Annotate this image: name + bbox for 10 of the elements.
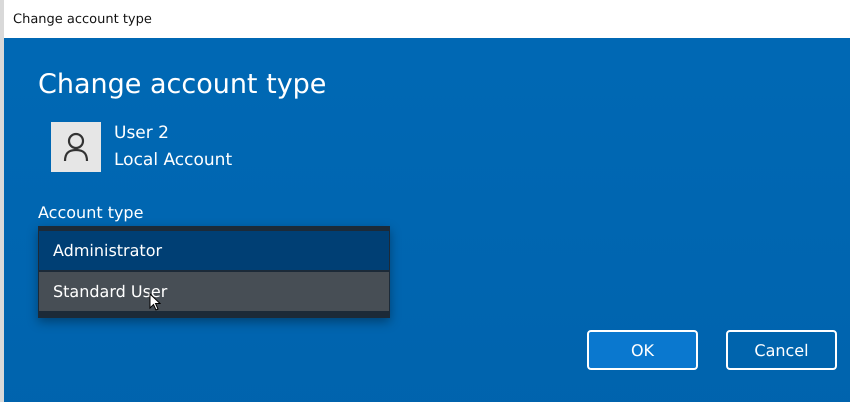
field-label: Account type — [38, 202, 144, 224]
cancel-button[interactable]: Cancel — [726, 330, 837, 370]
dropdown-option[interactable]: Administrator — [39, 231, 389, 270]
dropdown-option[interactable]: Standard User — [39, 272, 389, 311]
user-name: User 2 — [114, 122, 170, 145]
account-kind: Local Account — [114, 149, 232, 172]
ok-button[interactable]: OK — [587, 330, 698, 370]
person-icon — [63, 132, 89, 162]
window-title: Change account type — [13, 12, 152, 26]
dialog-heading: Change account type — [38, 68, 326, 102]
